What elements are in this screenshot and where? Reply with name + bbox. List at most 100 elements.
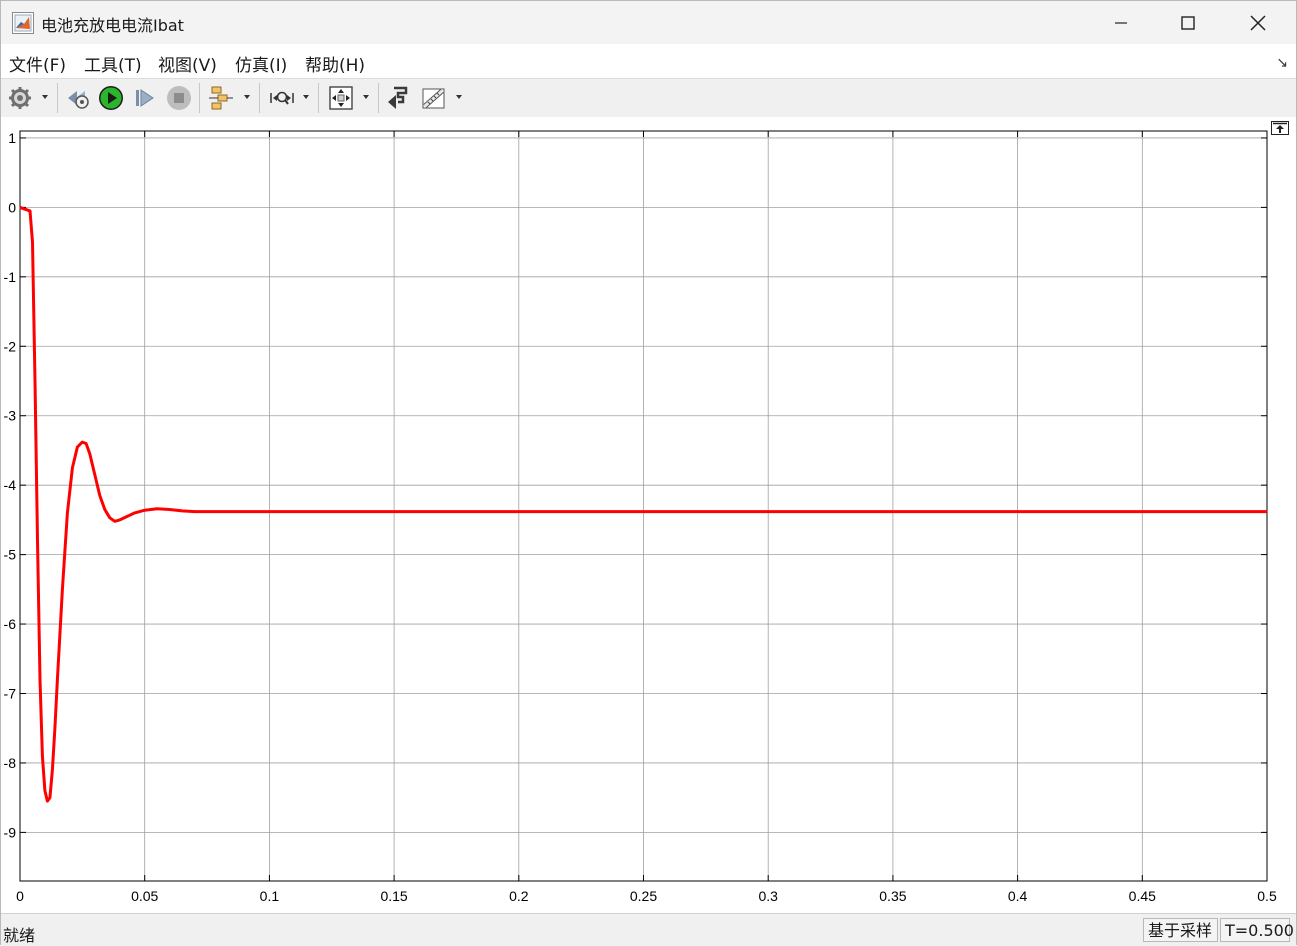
zoom-icon[interactable] [269,85,295,111]
trace-point [144,509,146,511]
trace-point [99,495,101,497]
trace-point [119,519,121,521]
zoom-dropdown-icon[interactable] [303,95,309,99]
toolbar-separator [378,83,379,113]
trace-point [85,443,87,444]
title-bar: 电池充放电电流Ibat [1,1,1296,44]
trace-point [81,441,83,443]
x-tick-label: 0.15 [380,888,407,904]
x-tick-label: 0.05 [131,888,158,904]
x-tick-label: 0 [16,888,24,904]
sample-mode-label: 基于采样 [1143,918,1218,942]
gear-dropdown-icon[interactable] [42,95,48,99]
x-tick-label: 0.1 [260,888,280,904]
stop-icon[interactable] [166,85,192,111]
trace-point [61,588,63,590]
y-tick-label: -3 [4,408,17,424]
trace-point [126,515,128,517]
fit-dropdown-icon[interactable] [363,95,369,99]
y-tick-label: -7 [4,686,17,702]
menu-bar: 文件(F) 工具(T) 视图(V) 仿真(I) 帮助(H) ↘ [1,44,1296,78]
y-tick-label: -1 [4,269,17,285]
trace-point [39,679,41,681]
toolbar-separator [199,83,200,113]
step-forward-icon[interactable] [132,85,158,111]
trace-point [268,511,270,513]
y-tick-label: -4 [4,477,17,493]
minimize-icon [1115,21,1127,24]
signal-dropdown-icon[interactable] [244,95,250,99]
scope-plot[interactable]: 0 0.05 0.1 0.15 0.2 0.25 0.3 0.35 0.4 0.45 0.5 1 0 -1… [1,117,1296,913]
gear-icon[interactable] [8,85,34,111]
menu-tools[interactable]: 工具(T) [84,51,142,76]
y-tick-label: 0 [8,199,16,215]
toolbar-separator [318,83,319,113]
trace-point [31,241,33,243]
signal-select-icon[interactable] [208,85,234,111]
x-tick-label: 0.25 [630,888,657,904]
close-button[interactable] [1223,1,1293,44]
fit-to-view-icon[interactable] [328,85,354,111]
trace-point [41,755,43,757]
y-tick-label: -8 [4,755,17,771]
toolbar [1,78,1296,118]
trace-point [71,467,73,469]
scope-window: 电池充放电电流Ibat 文件(F) 工具(T) 视图(V) 仿真(I) 帮助(H… [0,0,1297,946]
maximize-button[interactable] [1153,1,1223,44]
trace-point [134,512,136,514]
trace-point [181,510,183,512]
trace-point [89,453,91,455]
x-tick-label: 0.2 [509,888,529,904]
trace-point [76,446,78,448]
toolbar-separator [259,83,260,113]
matlab-logo-icon [12,12,34,34]
trace-point [104,508,106,510]
undock-arrow-icon[interactable]: ↘ [1276,54,1288,71]
trace-point [518,511,520,513]
trace-point [767,511,769,513]
measure-dropdown-icon[interactable] [456,95,462,99]
trace-point [46,800,48,802]
trace-point [1266,511,1268,513]
write-to-workspace-icon[interactable] [385,85,411,111]
trace-point [44,790,46,792]
trace-point [19,206,21,208]
trace-point [219,511,221,513]
trace-point [54,727,56,729]
trace-point [34,380,36,382]
run-icon[interactable] [98,85,124,111]
trace-point [29,210,31,212]
trace-point [51,769,53,771]
trace-point [66,512,68,514]
y-tick-label: -6 [4,616,17,632]
trace-point [49,797,51,799]
maximize-icon [1181,15,1195,30]
status-bar: 就绪 基于采样 T=0.500 [1,913,1296,946]
x-tick-label: 0.35 [879,888,906,904]
trace-point [36,540,38,542]
trace-point [109,517,111,519]
trace-point [169,508,171,510]
toolbar-separator [57,83,58,113]
status-text: 就绪 [3,926,36,945]
y-tick-label: 1 [8,130,16,146]
plot-region: 0 0.05 0.1 0.15 0.2 0.25 0.3 0.35 0.4 0.45 0.5 1 0 -1… [1,117,1296,913]
y-tick-label: -5 [4,547,17,563]
minimize-button[interactable] [1086,1,1156,44]
step-back-icon[interactable] [65,85,91,111]
trace-point [114,520,116,522]
sim-time-label: T=0.500 [1220,918,1294,942]
trace-point [1017,511,1019,513]
menu-simulation[interactable]: 仿真(I) [235,51,287,76]
x-tick-label: 0.4 [1008,888,1028,904]
restore-layout-icon[interactable] [1271,121,1289,135]
window-title: 电池充放电电流Ibat [41,16,184,35]
measure-icon[interactable] [421,85,447,111]
trace-point [94,474,96,476]
menu-view[interactable]: 视图(V) [158,51,217,76]
menu-file[interactable]: 文件(F) [9,51,66,76]
trace-point [56,679,58,681]
trace-point [194,511,196,513]
menu-help[interactable]: 帮助(H) [305,51,365,76]
x-tick-label: 0.5 [1257,888,1277,904]
